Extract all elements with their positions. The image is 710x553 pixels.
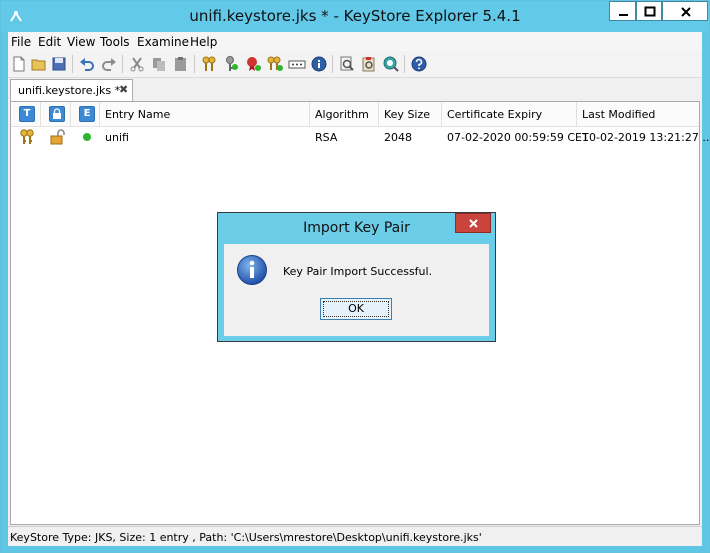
examine-file-icon[interactable] [338,55,356,73]
redo-icon[interactable] [100,55,118,73]
column-algorithm[interactable]: Algorithm [310,102,379,126]
close-icon [469,219,478,228]
examine-ssl-icon[interactable] [382,55,400,73]
title-bar[interactable]: unifi.keystore.jks * - KeyStore Explorer… [1,1,709,32]
generate-key-pair-icon[interactable] [200,55,218,73]
entry-name-cell: unifi [105,131,129,144]
toolbar [8,51,702,78]
close-icon [681,7,691,17]
generate-secret-key-icon[interactable] [222,55,240,73]
menu-examine[interactable]: Examine [137,35,189,49]
minimize-icon [619,14,628,16]
information-icon [237,255,267,285]
maximize-button[interactable] [636,1,662,21]
column-entry-type[interactable]: T [11,102,41,126]
dialog-title: Import Key Pair [303,220,410,236]
save-icon[interactable] [50,55,68,73]
unlocked-icon [50,129,65,145]
lock-header-icon [49,106,65,122]
column-label: Algorithm [315,108,369,121]
ok-button-label: OK [348,302,364,315]
column-last-modified[interactable]: Last Modified [577,102,699,126]
close-button[interactable] [662,1,708,21]
import-key-pair-dialog: Import Key Pair Key Pair Import Successf… [217,212,496,342]
key-pair-icon [20,129,34,144]
menu-help[interactable]: Help [190,35,217,49]
entry-type-header-icon: T [19,106,35,122]
tab-label: unifi.keystore.jks * [18,84,121,97]
status-bar: KeyStore Type: JKS, Size: 1 entry , Path… [8,526,702,546]
paste-icon[interactable] [172,55,190,73]
dialog-body: Key Pair Import Successful. OK [224,244,489,336]
tab-keystore[interactable]: unifi.keystore.jks * ✖ [10,79,133,101]
status-text: KeyStore Type: JKS, Size: 1 entry , Path… [10,531,482,544]
column-lock-status[interactable] [41,102,71,126]
import-trusted-certificate-icon[interactable] [244,55,262,73]
dialog-message: Key Pair Import Successful. [283,265,433,278]
properties-icon[interactable] [310,55,328,73]
column-certificate-expiry[interactable]: Certificate Expiry [442,102,577,126]
toolbar-separator [194,55,195,73]
key-size-cell: 2048 [384,131,412,144]
table-row[interactable]: unifi RSA 2048 07-02-2020 00:59:59 CET 1… [11,127,710,147]
tab-close-icon[interactable]: ✖ [119,83,128,96]
table-header: T E Entry Name Algorithm Key Size Certif… [11,102,699,127]
toolbar-separator [332,55,333,73]
column-label: Entry Name [105,108,171,121]
new-icon[interactable] [10,55,28,73]
help-icon[interactable] [410,55,428,73]
menu-bar: File Edit View Tools Examine Help [8,32,702,51]
toolbar-separator [122,55,123,73]
examine-clipboard-icon[interactable] [360,55,378,73]
set-password-icon[interactable] [288,55,306,73]
cut-icon[interactable] [128,55,146,73]
ok-button[interactable]: OK [320,298,392,320]
menu-view[interactable]: View [67,35,95,49]
last-modified-cell: 10-02-2019 13:21:27 ... [582,131,710,144]
maximize-icon [644,6,656,17]
algorithm-cell: RSA [315,131,338,144]
certificate-expiry-cell: 07-02-2020 00:59:59 CET [447,131,589,144]
column-entry-name[interactable]: Entry Name [100,102,310,126]
column-expiry-status[interactable]: E [71,102,100,126]
toolbar-separator [404,55,405,73]
expiry-header-icon: E [79,106,95,122]
column-key-size[interactable]: Key Size [379,102,442,126]
open-icon[interactable] [30,55,48,73]
column-label: Last Modified [582,108,656,121]
window-title: unifi.keystore.jks * - KeyStore Explorer… [189,7,521,25]
menu-edit[interactable]: Edit [38,35,61,49]
column-label: Key Size [384,108,431,121]
dialog-close-button[interactable] [455,213,491,233]
copy-icon[interactable] [150,55,168,73]
column-label: Certificate Expiry [447,108,543,121]
undo-icon[interactable] [78,55,96,73]
status-ok-icon [83,133,91,141]
menu-file[interactable]: File [11,35,31,49]
toolbar-separator [72,55,73,73]
import-key-pair-icon[interactable] [266,55,284,73]
minimize-button[interactable] [609,1,636,21]
menu-tools[interactable]: Tools [100,35,130,49]
tab-strip: unifi.keystore.jks * ✖ [8,78,702,101]
